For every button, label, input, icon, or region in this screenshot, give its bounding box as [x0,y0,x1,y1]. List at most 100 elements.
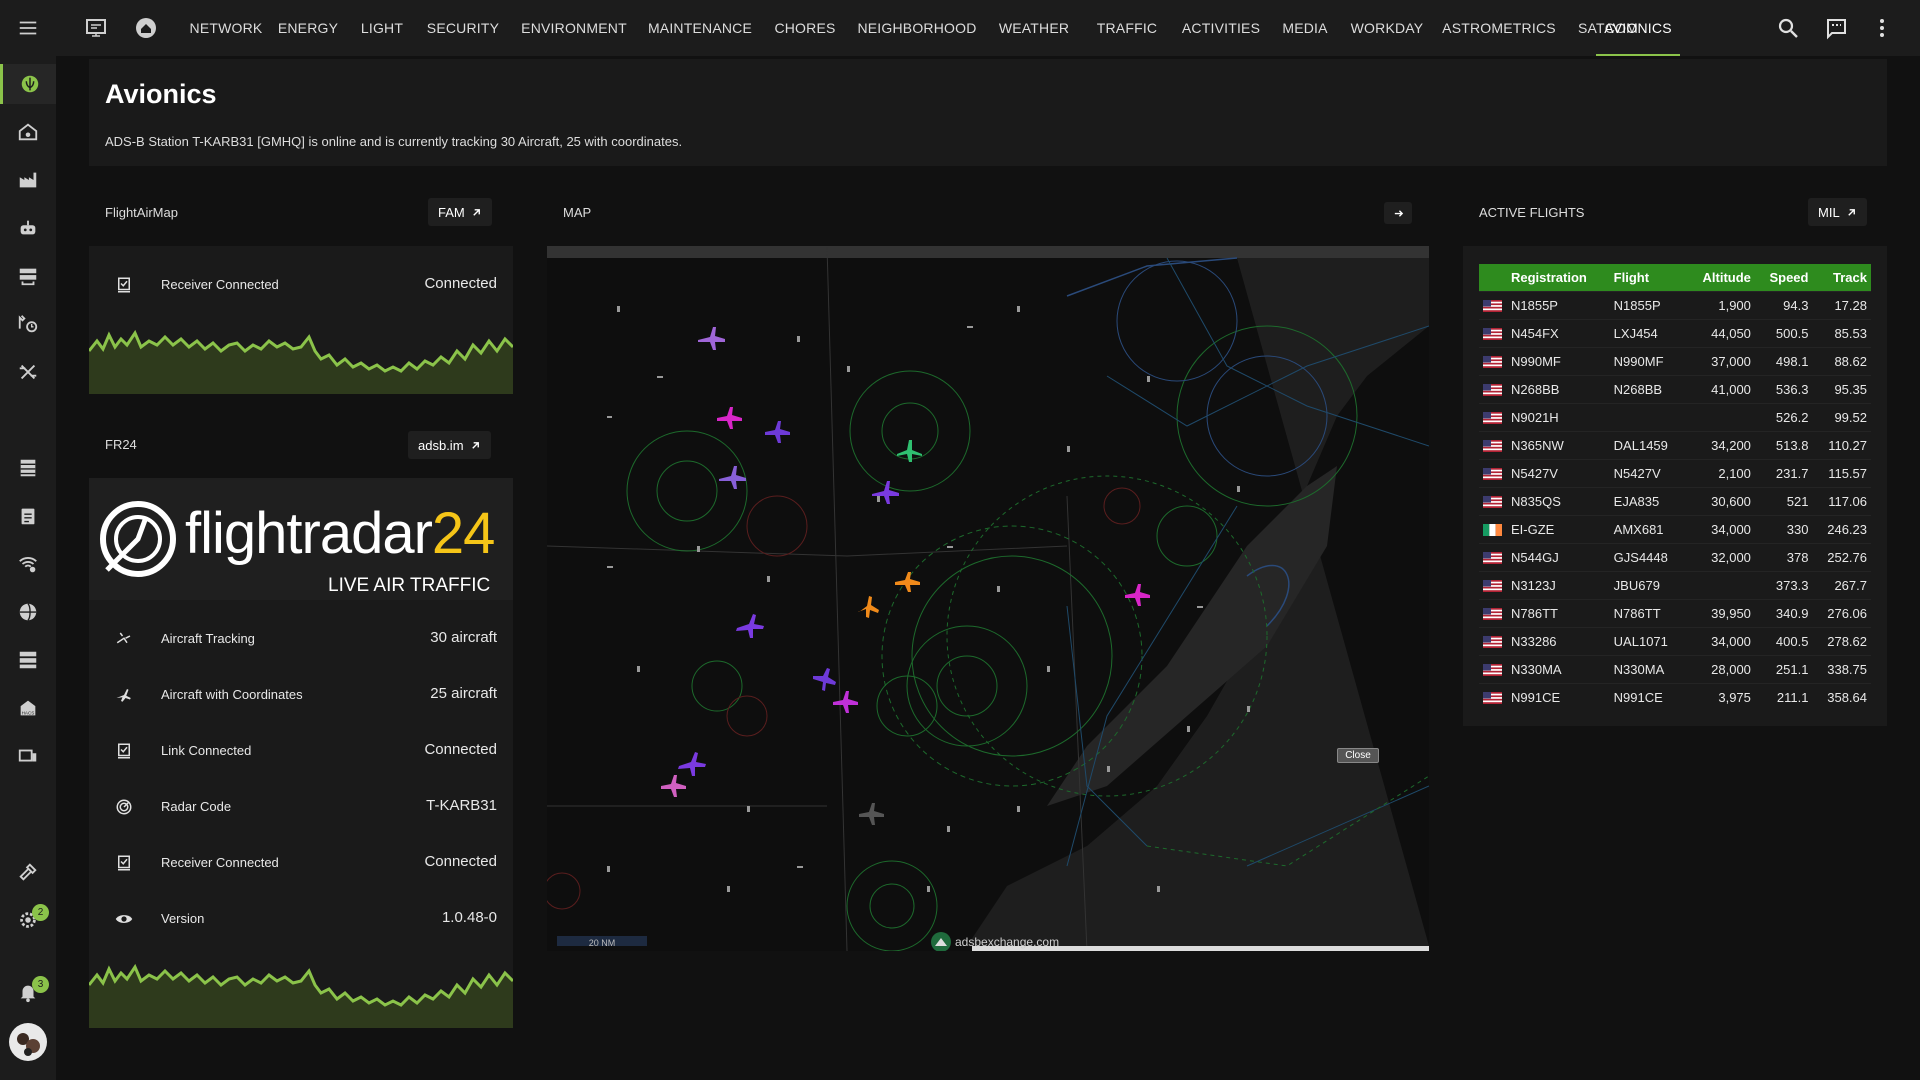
flag-icon [1479,430,1507,459]
svg-text:HACS: HACS [22,710,35,715]
mil-link-label: MIL [1818,204,1840,220]
flag-icon [1479,514,1507,543]
assist-chat-icon[interactable] [1824,16,1848,40]
tab-astrometrics[interactable]: ASTROMETRICS [1434,0,1564,56]
globe-icon[interactable] [0,592,56,632]
tab-maintenance[interactable]: MAINTENANCE [638,0,762,56]
search-icon[interactable] [1776,16,1800,40]
adsbim-link-label: adsb.im [418,437,464,453]
tab-security[interactable]: SECURITY [416,0,510,56]
radar-logo-icon [100,501,176,577]
clipboard-icon[interactable] [0,496,56,536]
server-rack-icon[interactable] [0,256,56,296]
adsb-map[interactable]: 20 NM Close adsbexchange.com [547,246,1429,951]
column-header[interactable]: Track [1812,264,1871,291]
header-card: Avionics ADS-B Station T-KARB31 [GMHQ] i… [89,59,1887,166]
flight-cell [1609,402,1686,431]
fr24-row-label: Receiver Connected [161,855,279,870]
tab-activities[interactable]: ACTIVITIES [1172,0,1270,56]
track-cell: 338.75 [1812,654,1871,683]
station-status-text: ADS-B Station T-KARB31 [GMHQ] is online … [105,134,683,149]
tab-traffic[interactable]: TRAFFIC [1082,0,1172,56]
settings-icon[interactable]: 2 [0,900,56,940]
fr24-title: FR24 [105,437,137,452]
more-vert-icon[interactable] [1870,16,1894,40]
home-gear-icon[interactable] [0,112,56,152]
registration-cell: N1855P [1507,290,1610,319]
rebel-logo-icon[interactable] [0,64,56,104]
flag-icon [1479,318,1507,347]
flight-cell: LXJ454 [1609,318,1686,347]
altitude-cell: 2,100 [1685,458,1755,487]
fr24-row-value: 25 aircraft [430,685,497,702]
speed-cell: 94.3 [1754,290,1813,319]
table-row: N835QS EJA835 30,600 521 117.06 [1479,486,1871,515]
hammer-icon[interactable] [0,852,56,892]
flight-cell: N786TT [1609,598,1686,627]
wrench-clock-icon[interactable] [0,304,56,344]
flight-cell: UAL1071 [1609,626,1686,655]
fr24-row-value: Connected [424,741,497,758]
wifi-gear-icon[interactable] [0,544,56,584]
fam-link-button[interactable]: FAM [428,198,492,226]
table-header-row: Registration Flight Altitude Speed Track [1479,264,1871,291]
robot-icon[interactable] [0,208,56,248]
flag-icon [1479,374,1507,403]
factory-icon[interactable] [0,160,56,200]
flag-column-header [1479,264,1507,291]
tab-weather[interactable]: WEATHER [986,0,1082,56]
flag-icon [1479,542,1507,571]
server-icon[interactable] [0,640,56,680]
fr24-logo: flightradar24 LIVE AIR TRAFFIC [89,478,513,600]
notifications-badge: 3 [32,976,49,993]
adsbim-link-button[interactable]: adsb.im [408,431,491,459]
tab-neighborhood[interactable]: NEIGHBORHOOD [848,0,986,56]
altitude-cell: 32,000 [1685,542,1755,571]
track-cell: 110.27 [1812,430,1871,459]
registration-cell: EI-GZE [1507,514,1610,543]
flag-icon [1479,598,1507,627]
column-header[interactable]: Registration [1507,264,1610,291]
tab-network[interactable]: NETWORK [184,0,268,56]
map-expand-button[interactable] [1384,202,1412,224]
tab-avionics[interactable]: AVIONICS [1596,0,1680,56]
fr24-row-tracking: Aircraft Tracking 30 aircraft [89,612,513,668]
registration-cell: N786TT [1507,598,1610,627]
attribution-text: adsbexchange.com [955,935,1060,949]
tab-energy[interactable]: ENERGY [268,0,348,56]
flight-cell: AMX681 [1609,514,1686,543]
column-header[interactable]: Flight [1609,264,1686,291]
column-header[interactable]: Altitude [1685,264,1755,291]
devices-icon[interactable] [0,736,56,776]
speed-cell: 500.5 [1754,318,1813,347]
table-row: N330MA N330MA 28,000 251.1 338.75 [1479,654,1871,683]
tab-chores[interactable]: CHORES [762,0,848,56]
tab-light[interactable]: LIGHT [348,0,416,56]
altitude-cell: 30,600 [1685,486,1755,515]
fr24-row-label: Link Connected [161,743,252,758]
bell-icon[interactable]: 3 [0,972,56,1012]
tools-icon[interactable] [0,352,56,392]
tab-media[interactable]: MEDIA [1270,0,1340,56]
registration-cell: N9021H [1507,402,1610,431]
registration-cell: N835QS [1507,486,1610,515]
mil-link-button[interactable]: MIL [1808,198,1867,226]
avatar[interactable] [0,1020,56,1064]
tab-workday[interactable]: WORKDAY [1340,0,1434,56]
speed-cell: 340.9 [1754,598,1813,627]
map-close-button[interactable]: Close [1337,748,1379,763]
column-header[interactable]: Speed [1754,264,1813,291]
table-row: N544GJ GJS4448 32,000 378 252.76 [1479,542,1871,571]
flight-cell: N5427V [1609,458,1686,487]
film-strip-icon[interactable] [0,448,56,488]
monitor-icon[interactable] [84,16,108,40]
flightairmap-panel: Receiver Connected Connected [89,246,513,394]
home-icon[interactable] [134,16,158,40]
tab-environment[interactable]: ENVIRONMENT [510,0,638,56]
hacs-icon[interactable]: HACS [0,688,56,728]
menu-icon[interactable] [0,8,56,48]
settings-badge: 2 [32,904,49,921]
altitude-cell: 34,200 [1685,430,1755,459]
altitude-cell: 34,000 [1685,626,1755,655]
map-attribution[interactable]: adsbexchange.com [931,932,1059,951]
